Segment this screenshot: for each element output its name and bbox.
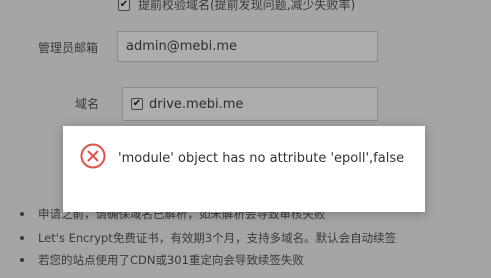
error-message-text: 'module' object has no attribute 'epoll'… (118, 151, 405, 166)
error-message-dialog: 'module' object has no attribute 'epoll'… (63, 126, 425, 212)
error-circle-icon (80, 143, 106, 169)
